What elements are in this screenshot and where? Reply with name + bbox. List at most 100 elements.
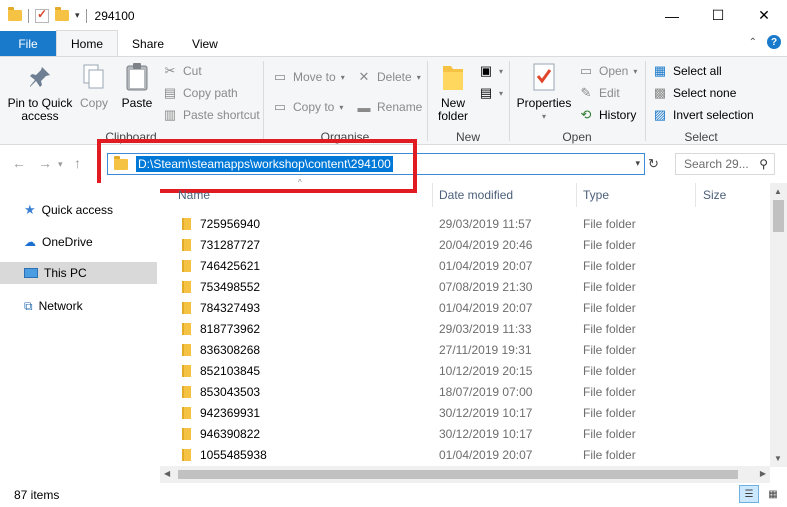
new-folder-label-line2: folder — [437, 109, 469, 123]
column-header-type[interactable]: Type — [583, 183, 693, 207]
column-divider[interactable] — [695, 183, 696, 207]
window-title: 294100 — [94, 8, 135, 23]
help-icon[interactable]: ? — [767, 35, 781, 49]
up-arrow-icon[interactable]: ↑ — [74, 155, 81, 171]
pin-to-quick-access-button[interactable]: Pin to Quick access — [6, 61, 74, 123]
horizontal-scrollbar[interactable]: ◀ ▶ — [160, 466, 770, 483]
move-to-button[interactable]: ▭ Move to ▾ — [272, 69, 345, 85]
organise-group: ▭ Move to ▾ ▭ Copy to ▾ ✕ Delete ▾ ▬ Ren… — [264, 57, 426, 145]
history-label: History — [599, 108, 637, 122]
cut-button[interactable]: ✂ Cut — [162, 63, 202, 79]
address-bar[interactable]: D:\Steam\steamapps\workshop\content\2941… — [107, 153, 645, 175]
edit-icon: ✎ — [580, 85, 592, 100]
nav-item-network[interactable]: ⧉ Network — [0, 295, 157, 317]
new-folder-icon — [437, 61, 469, 93]
tab-share[interactable]: Share — [118, 31, 178, 56]
new-folder-button[interactable]: New folder — [432, 61, 474, 123]
column-divider[interactable] — [432, 183, 433, 207]
cut-label: Cut — [183, 64, 202, 78]
customize-toolbar-icon[interactable]: ▾ — [75, 10, 80, 21]
back-arrow-icon[interactable]: ← — [12, 155, 26, 171]
folder-icon — [182, 217, 191, 230]
table-row[interactable]: 853043503 18/07/2019 07:00 File folder — [160, 381, 770, 402]
address-path[interactable]: D:\Steam\steamapps\workshop\content\2941… — [136, 156, 393, 172]
edit-button[interactable]: ✎ Edit — [578, 85, 620, 101]
table-row[interactable]: 753498552 07/08/2019 21:30 File folder — [160, 276, 770, 297]
folder-icon — [182, 343, 191, 356]
large-icons-view-button[interactable]: ▦ — [763, 485, 783, 503]
select-none-label: Select none — [673, 86, 737, 100]
forward-arrow-icon[interactable]: → — [38, 155, 52, 171]
scroll-right-icon[interactable]: ▶ — [760, 469, 766, 478]
history-button[interactable]: ⟲ History — [578, 107, 637, 123]
paste-shortcut-button[interactable]: ▥ Paste shortcut — [162, 107, 260, 123]
network-icon: ⧉ — [24, 298, 33, 313]
scrollbar-thumb[interactable] — [773, 200, 784, 232]
maximize-button[interactable]: ☐ — [695, 0, 741, 31]
easy-access-icon: ▤ — [479, 85, 493, 100]
close-button[interactable]: ✕ — [741, 0, 787, 31]
scroll-up-icon[interactable]: ▲ — [774, 187, 782, 196]
scroll-down-icon[interactable]: ▼ — [774, 454, 782, 463]
nav-label: Network — [38, 299, 83, 313]
column-header-size[interactable]: Size — [703, 183, 763, 207]
properties-button[interactable]: Properties ▾ — [514, 61, 574, 123]
folder-icon[interactable] — [8, 7, 22, 21]
open-group: Properties ▾ ▭ Open ▾ ✎ Edit ⟲ History O… — [510, 57, 644, 145]
invert-selection-button[interactable]: ▨ Invert selection — [652, 107, 754, 123]
column-divider[interactable] — [576, 183, 577, 207]
table-row[interactable]: 784327493 01/04/2019 20:07 File folder — [160, 297, 770, 318]
table-row[interactable]: 746425621 01/04/2019 20:07 File folder — [160, 255, 770, 276]
refresh-icon[interactable]: ↻ — [648, 156, 659, 172]
paste-button[interactable]: Paste — [118, 61, 156, 110]
select-all-button[interactable]: ▦ Select all — [652, 63, 722, 79]
column-header-name[interactable]: Name — [178, 183, 428, 207]
column-header-date-modified[interactable]: Date modified — [439, 183, 579, 207]
file-name: 784327493 — [200, 300, 261, 315]
vertical-scrollbar[interactable]: ▲ ▼ — [770, 183, 787, 467]
delete-button[interactable]: ✕ Delete ▾ — [356, 69, 421, 85]
select-group: ▦ Select all ▩ Select none ▨ Invert sele… — [646, 57, 756, 145]
table-row[interactable]: 852103845 10/12/2019 20:15 File folder — [160, 360, 770, 381]
scrollbar-thumb[interactable] — [178, 470, 738, 479]
recent-locations-icon[interactable]: ▾ — [58, 159, 63, 170]
ribbon: Pin to Quick access Copy Paste ✂ Cut ▤ C… — [0, 56, 787, 145]
rename-button[interactable]: ▬ Rename — [356, 99, 423, 115]
file-type: File folder — [583, 300, 636, 315]
tab-home[interactable]: Home — [56, 30, 119, 56]
table-row[interactable]: 1055485938 01/04/2019 20:07 File folder — [160, 444, 770, 465]
file-name: 746425621 — [200, 258, 261, 273]
minimize-ribbon-icon[interactable]: ⌃ — [749, 37, 757, 48]
table-row[interactable]: 836308268 27/11/2019 19:31 File folder — [160, 339, 770, 360]
nav-item-onedrive[interactable]: ☁ OneDrive — [0, 231, 157, 253]
minimize-button[interactable]: — — [649, 0, 695, 31]
copy-to-button[interactable]: ▭ Copy to ▾ — [272, 99, 344, 115]
file-type: File folder — [583, 447, 636, 462]
table-row[interactable]: 725956940 29/03/2019 11:57 File folder — [160, 213, 770, 234]
toolbar-divider — [28, 8, 29, 23]
search-placeholder: Search 29... — [684, 157, 749, 171]
new-folder-icon[interactable] — [55, 7, 69, 21]
table-row[interactable]: 731287727 20/04/2019 20:46 File folder — [160, 234, 770, 255]
new-item-button[interactable]: ▣ ▾ — [478, 63, 503, 79]
details-view-button[interactable]: ☰ — [739, 485, 759, 503]
file-type: File folder — [583, 279, 636, 294]
tab-file[interactable]: File — [0, 31, 56, 56]
properties-icon[interactable] — [35, 7, 49, 23]
select-none-button[interactable]: ▩ Select none — [652, 85, 737, 101]
search-input[interactable]: Search 29... ⚲ — [675, 153, 775, 175]
address-dropdown-icon[interactable]: ▾ — [635, 158, 640, 169]
organise-group-label: Organise — [320, 130, 370, 144]
copy-path-button[interactable]: ▤ Copy path — [162, 85, 238, 101]
nav-item-this-pc[interactable]: This PC — [0, 262, 157, 284]
toolbar-divider — [85, 8, 87, 23]
tab-view[interactable]: View — [178, 31, 232, 56]
nav-item-quick-access[interactable]: ★ Quick access — [0, 199, 157, 221]
table-row[interactable]: 942369931 30/12/2019 10:17 File folder — [160, 402, 770, 423]
table-row[interactable]: 818773962 29/03/2019 11:33 File folder — [160, 318, 770, 339]
table-row[interactable]: 946390822 30/12/2019 10:17 File folder — [160, 423, 770, 444]
easy-access-button[interactable]: ▤ ▾ — [478, 85, 503, 101]
copy-button[interactable]: Copy — [76, 61, 112, 110]
scroll-left-icon[interactable]: ◀ — [164, 469, 170, 478]
open-button[interactable]: ▭ Open ▾ — [578, 63, 638, 79]
